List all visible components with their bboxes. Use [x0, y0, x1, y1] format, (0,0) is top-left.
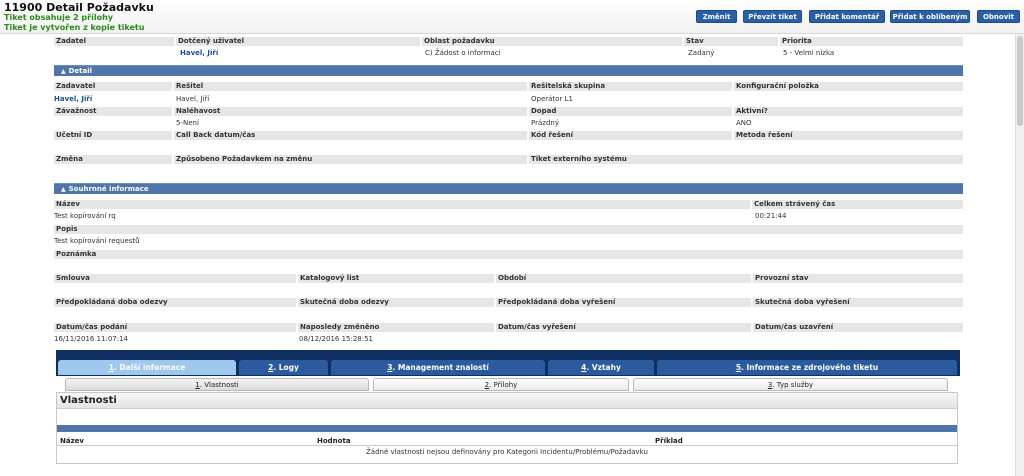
tab-source-ticket[interactable]: 5. Informace ze zdrojového tiketu — [657, 360, 957, 375]
submitted-value: 16/11/2016 11:07:14 — [54, 335, 129, 343]
note-label: Poznámka — [54, 250, 963, 259]
change-label: Změna — [54, 155, 172, 164]
resolver-group-label: Řešitelská skupina — [529, 82, 732, 91]
tab-more-info[interactable]: 1. Další informace — [58, 360, 236, 375]
tab-label: . Informace ze zdrojového tiketu — [741, 363, 879, 372]
last-modified-value: 08/12/2016 15:28:51 — [299, 335, 374, 343]
subtab-properties[interactable]: 1. Vlastnosti — [65, 378, 369, 391]
active-value: ANO — [736, 119, 752, 127]
total-time-value: 00:21:44 — [755, 212, 787, 220]
last-modified-label: Naposledy změněno — [298, 323, 494, 332]
priority-value: 5 - Velmi nízka — [783, 49, 835, 57]
tab-relations[interactable]: 4. Vztahy — [548, 360, 654, 375]
tab-label: . Další informace — [113, 363, 186, 372]
catalog-label: Katalogový list — [298, 274, 494, 283]
period-label: Období — [496, 274, 751, 283]
tab-label: . Logy — [273, 363, 299, 372]
summary-section-title: Souhrnné informace — [68, 185, 149, 193]
status-value: Zadaný — [688, 49, 715, 57]
tab-logs[interactable]: 2. Logy — [239, 360, 328, 375]
collapse-triangle-icon: ▲ — [61, 68, 66, 75]
subtab-label: . Vlastnosti — [199, 380, 239, 389]
attachments-note: Tiket obsahuje 2 přílohy — [4, 13, 113, 22]
refresh-button[interactable]: Obnovit — [977, 10, 1020, 23]
panel-title: Vlastnosti — [57, 393, 957, 409]
request-area-value: C) Žádost o informaci — [425, 49, 501, 57]
closed-label: Datum/čas uzavření — [753, 323, 963, 332]
urgency-label: Naléhavost — [174, 107, 527, 116]
name-label: Název — [54, 200, 750, 209]
sub-tabs: 1. Vlastnosti 2. Přílohy 3. Typ služby — [56, 376, 960, 392]
vertical-scrollbar[interactable] — [1015, 34, 1024, 476]
summary-section-header[interactable]: ▲ Souhrnné informace — [54, 183, 963, 194]
submitted-label: Datum/čas podání — [54, 323, 296, 332]
tab-label: . Vztahy — [586, 363, 621, 372]
take-ticket-button[interactable]: Převzít tiket — [743, 10, 802, 23]
requester-label: Žadatel — [54, 37, 174, 46]
expected-response-label: Předpokládaná doba odezvy — [54, 298, 296, 307]
caused-by-change-label: Způsobeno Požadavkem na změnu — [174, 155, 527, 164]
subtab-label: . Typ služby — [772, 380, 814, 389]
active-label: Aktivní? — [734, 107, 963, 116]
affected-user-label: Dotčený uživatel — [176, 37, 420, 46]
severity-label: Závažnost — [54, 107, 172, 116]
external-ticket-label: Tiket externího systému — [529, 155, 963, 164]
config-item-label: Konfigurační položka — [734, 82, 963, 91]
total-time-label: Celkem strávený čas — [752, 200, 963, 209]
main-tabs: 1. Další informace 2. Logy 3. Management… — [56, 350, 960, 376]
empty-message: Žádné vlastnosti nejsou definovány pro K… — [366, 448, 648, 456]
resolution-method-label: Metoda řešení — [734, 131, 963, 140]
callback-label: Call Back datum/čas — [174, 131, 527, 140]
add-comment-button[interactable]: Přidat komentář — [809, 10, 885, 23]
contract-label: Smlouva — [54, 274, 296, 283]
status-label: Stav — [684, 37, 778, 46]
detail-section-header[interactable]: ▲ Detail — [54, 65, 963, 76]
priority-label: Priorita — [780, 37, 963, 46]
expected-resolution-label: Předpokládaná doba vyřešení — [496, 298, 751, 307]
resolver-value: Havel, Jiří — [176, 95, 210, 103]
submitter-link[interactable]: Havel, Jiří — [54, 95, 92, 104]
actual-response-label: Skutečná doba odezvy — [298, 298, 494, 307]
column-header-value: Hodnota — [317, 437, 351, 445]
collapse-triangle-icon: ▲ — [61, 186, 66, 193]
account-id-label: Účetní ID — [54, 131, 172, 140]
name-value: Test kopírování rq — [54, 212, 116, 220]
submitter-label: Zadavatel — [54, 82, 172, 91]
resolver-label: Řešitel — [174, 82, 527, 91]
impact-value: Prázdný — [531, 119, 559, 127]
impact-label: Dopad — [529, 107, 732, 116]
header-divider — [57, 445, 957, 446]
description-label: Popis — [54, 225, 963, 234]
subtab-service-type[interactable]: 3. Typ služby — [633, 378, 948, 391]
column-header-example: Příklad — [655, 437, 683, 445]
tab-label: . Management znalostí — [392, 363, 489, 372]
subtab-label: . Přílohy — [489, 380, 518, 389]
urgency-value: 5-Není — [176, 119, 199, 127]
panel-divider-bar — [57, 425, 957, 432]
affected-user-link[interactable]: Havel, Jiří — [180, 49, 218, 58]
resolved-label: Datum/čas vyřešení — [496, 323, 751, 332]
page-header: 11900 Detail Požadavku Tiket obsahuje 2 … — [0, 0, 1024, 34]
copy-note: Tiket je vytvořen z kopie tiketu — [4, 23, 145, 32]
properties-panel: Vlastnosti Název Hodnota Příklad Žádné v… — [56, 392, 958, 464]
request-area-label: Oblast požadavku — [422, 37, 682, 46]
subtab-attachments[interactable]: 2. Přílohy — [373, 378, 629, 391]
resolution-code-label: Kód řešení — [529, 131, 732, 140]
description-value: Test kopírování requestů — [54, 237, 140, 245]
tab-knowledge[interactable]: 3. Management znalostí — [331, 360, 545, 375]
detail-section-title: Detail — [68, 67, 93, 75]
column-header-name: Název — [60, 437, 84, 445]
add-favorite-button[interactable]: Přidat k oblíbeným — [890, 10, 970, 23]
operating-status-label: Provozní stav — [753, 274, 963, 283]
resolver-group-value: Operátor L1 — [531, 95, 573, 103]
change-button[interactable]: Změnit — [696, 10, 737, 23]
scrollbar-thumb[interactable] — [1017, 36, 1023, 126]
actual-resolution-label: Skutečná doba vyřešení — [753, 298, 963, 307]
